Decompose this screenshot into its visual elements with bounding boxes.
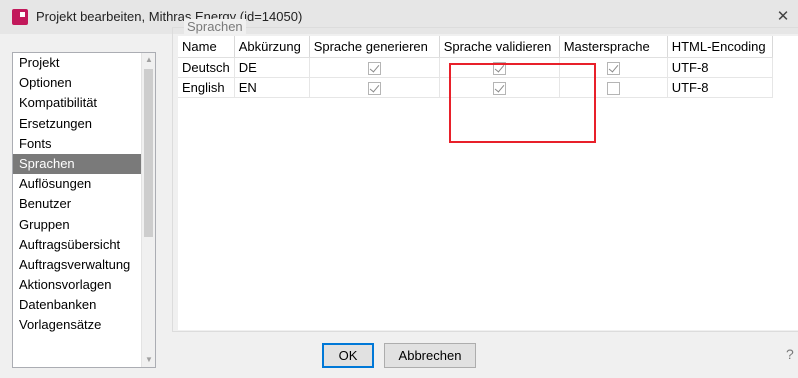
generate-language-checkbox[interactable] xyxy=(367,61,381,75)
nav-item-ersetzungen[interactable]: Ersetzungen xyxy=(13,114,155,134)
app-icon xyxy=(12,9,28,25)
column-header-name[interactable]: Name xyxy=(178,36,235,58)
nav-item-optionen[interactable]: Optionen xyxy=(13,73,155,93)
column-header-abbreviation[interactable]: Abkürzung xyxy=(234,36,310,58)
help-icon[interactable]: ? xyxy=(786,346,794,362)
ok-button[interactable]: OK xyxy=(322,343,374,368)
html-encoding-cell: UTF-8 xyxy=(667,57,773,78)
nav-item-vorlagensätze[interactable]: Vorlagensätze xyxy=(13,315,155,335)
nav-item-gruppen[interactable]: Gruppen xyxy=(13,215,155,235)
generate-language-cell xyxy=(309,77,440,98)
languages-table: Name Abkürzung Sprache generieren Sprache v… xyxy=(178,36,773,98)
column-header-generate[interactable]: Sprache generieren xyxy=(309,36,440,58)
nav-scrollbar[interactable]: ▲ ▼ xyxy=(141,53,155,367)
window-title: Projekt bearbeiten, Mithras Energy (id=1… xyxy=(36,9,303,24)
nav-item-sprachen[interactable]: Sprachen xyxy=(13,153,155,175)
column-header-validate[interactable]: Sprache validieren xyxy=(439,36,560,58)
nav-item-kompatibilität[interactable]: Kompatibilität xyxy=(13,93,155,113)
generate-language-cell xyxy=(309,57,440,78)
nav-item-auflösungen[interactable]: Auflösungen xyxy=(13,174,155,194)
scroll-down-icon[interactable]: ▼ xyxy=(142,353,155,367)
languages-group-legend: Sprachen xyxy=(184,19,246,34)
nav-item-benutzer[interactable]: Benutzer xyxy=(13,194,155,214)
settings-nav-list[interactable]: Projekt Optionen Kompatibilität Ersetzungen… xyxy=(12,52,156,368)
generate-language-checkbox[interactable] xyxy=(367,81,381,95)
nav-item-auftragsübersicht[interactable]: Auftragsübersicht xyxy=(13,235,155,255)
language-abbreviation-cell: DE xyxy=(234,57,310,78)
nav-item-fonts[interactable]: Fonts xyxy=(13,134,155,154)
languages-table-container: Name Abkürzung Sprache generieren Sprache v… xyxy=(178,36,798,330)
column-header-master[interactable]: Mastersprache xyxy=(559,36,668,58)
nav-item-projekt[interactable]: Projekt xyxy=(13,53,155,73)
language-abbreviation-cell: EN xyxy=(234,77,310,98)
scroll-up-icon[interactable]: ▲ xyxy=(142,53,155,67)
html-encoding-cell: UTF-8 xyxy=(667,77,773,98)
cancel-button[interactable]: Abbrechen xyxy=(384,343,476,368)
validate-language-cell xyxy=(439,57,560,78)
master-language-checkbox[interactable] xyxy=(606,61,620,75)
master-language-cell xyxy=(559,77,668,98)
validate-language-checkbox[interactable] xyxy=(492,61,506,75)
master-language-cell xyxy=(559,57,668,78)
scrollbar-thumb[interactable] xyxy=(144,69,153,237)
validate-language-cell xyxy=(439,77,560,98)
nav-item-datenbanken[interactable]: Datenbanken xyxy=(13,295,155,315)
nav-item-auftragsverwaltung[interactable]: Auftragsverwaltung xyxy=(13,255,155,275)
table-row[interactable]: Deutsch DE UTF-8 xyxy=(178,57,773,78)
validate-language-checkbox[interactable] xyxy=(492,81,506,95)
column-header-encoding[interactable]: HTML-Encoding xyxy=(667,36,773,58)
table-row[interactable]: English EN UTF-8 xyxy=(178,77,773,98)
language-name-cell: English xyxy=(178,77,235,98)
language-name-cell: Deutsch xyxy=(178,57,235,78)
nav-item-aktionsvorlagen[interactable]: Aktionsvorlagen xyxy=(13,275,155,295)
master-language-checkbox[interactable] xyxy=(606,81,620,95)
